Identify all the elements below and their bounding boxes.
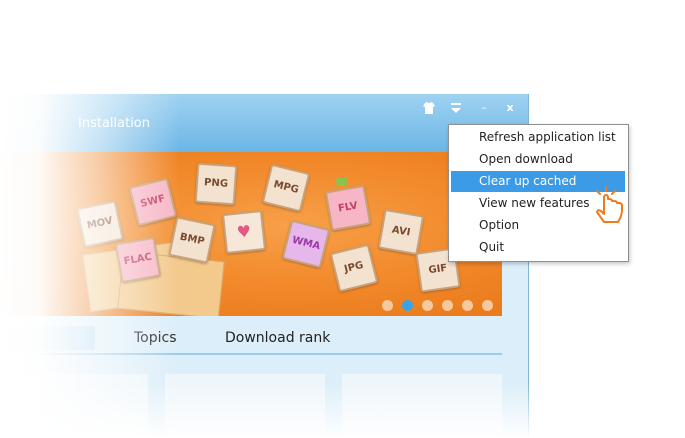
bow-decoration [336,178,348,186]
file-tile-mpg: MPG [261,163,311,213]
window-title: Installation [78,116,151,131]
hand-pointer-icon [594,186,628,226]
pagination-dot[interactable] [422,300,433,311]
shirt-icon[interactable] [421,100,437,116]
tab-bar: Topics Download rank [0,324,502,354]
pagination-dot[interactable] [382,300,393,311]
content-card[interactable] [165,374,325,438]
menu-item-refresh-application-list[interactable]: Refresh application list [451,127,625,148]
menu-item-label: Refresh application list [479,130,616,144]
tab-selected-highlight[interactable] [0,326,95,350]
file-tile-avi: AVI [377,208,425,256]
file-tile-flv: FLV [324,184,372,232]
file-tile-flac: FLAC [114,236,162,284]
file-tile-mov: MOV [76,200,124,248]
tab-divider [0,353,502,355]
menu-item-label: Quit [479,240,505,254]
dropdown-arrow-icon[interactable] [448,100,464,116]
promo-banner[interactable]: MOV SWF PNG MPG FLV AVI FLAC BMP ♥ WMA J… [0,152,502,316]
hand-pointer-svg [596,186,623,223]
file-tile-swf: SWF [128,177,178,227]
menu-item-quit[interactable]: Quit [451,237,625,258]
minimize-icon[interactable]: – [476,100,492,116]
content-card[interactable] [0,374,148,438]
menu-item-open-download-directory[interactable]: Open download directory [451,149,625,187]
file-tile-png: PNG [194,162,238,206]
content-card[interactable] [342,374,502,438]
tab-topics[interactable]: Topics [134,330,177,346]
file-tile-wma: WMA [281,219,331,269]
menu-item-label: View new features [479,196,590,210]
dropdown-arrow-svg [451,103,461,113]
pagination-dot[interactable] [462,300,473,311]
file-tile-jpg: JPG [329,243,379,293]
pagination-dot-active[interactable] [402,300,413,311]
tab-download-rank[interactable]: Download rank [225,330,330,346]
heart-icon: ♥ [222,210,266,254]
file-tile-bmp: BMP [168,216,216,264]
pagination-dot[interactable] [442,300,453,311]
close-icon[interactable]: x [502,100,518,116]
pagination-dot[interactable] [482,300,493,311]
shirt-icon-svg [423,102,435,114]
menu-item-label: Option [479,218,520,232]
